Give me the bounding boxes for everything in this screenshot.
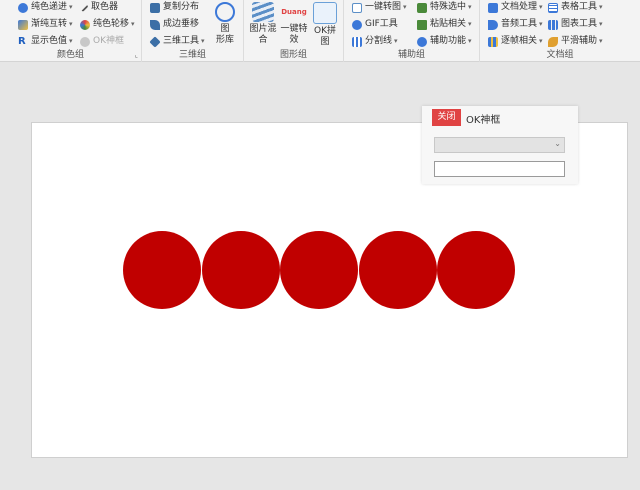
- dialog-launcher-icon[interactable]: ⌞: [135, 51, 138, 59]
- eyedropper-icon: [79, 2, 89, 13]
- ok-frame-panel: 关闭 OK神框 ⌄: [422, 106, 578, 184]
- graphics-group: 图片混 合 Duang 一键特 效 OK拼 图 图形组: [244, 0, 344, 62]
- image-blend-icon: [252, 2, 274, 22]
- paste-related-label: 粘贴相关: [430, 19, 467, 29]
- solid-progression-button[interactable]: 纯色递进 ▾: [18, 0, 73, 15]
- table-tools-label: 表格工具: [561, 2, 598, 12]
- shape-select-dropdown[interactable]: ⌄: [434, 137, 565, 153]
- red-circle-shape[interactable]: [359, 231, 437, 309]
- panel-text-input[interactable]: [434, 161, 565, 177]
- gradient-swap-button[interactable]: 渐纯互转 ▾: [18, 17, 73, 32]
- gradient-swap-icon: [18, 19, 28, 30]
- paste-icon: [417, 19, 427, 30]
- color-wheel-button[interactable]: 纯色轮移 ▾: [80, 17, 135, 32]
- audio-tools-label: 音频工具: [501, 19, 538, 29]
- assist-group-label: 辅助组: [397, 50, 425, 60]
- copy-distribute-icon: [150, 2, 160, 13]
- cube-icon: [149, 35, 161, 48]
- chart-tools-label: 图表工具: [561, 19, 598, 29]
- edge-move-label: 成边垂移: [163, 19, 200, 29]
- chevron-down-icon: ▾: [69, 3, 73, 11]
- rgb-r-icon: R: [18, 35, 26, 47]
- document-processing-label: 文档处理: [501, 2, 538, 12]
- 3d-group: 复制分布 成边垂移 三维工具 ▾ 图 形库 三维组: [142, 0, 244, 62]
- close-button[interactable]: 关闭: [432, 109, 461, 126]
- chevron-down-icon: ▾: [539, 20, 543, 28]
- red-circle-shape[interactable]: [437, 231, 515, 309]
- image-blend-label: 图片混 合: [249, 24, 277, 45]
- shape-library-label: 图 形库: [215, 24, 234, 45]
- audio-tools-button[interactable]: 音频工具 ▾: [488, 17, 543, 32]
- special-select-icon: [417, 2, 427, 13]
- puzzle-image-icon: [313, 2, 337, 24]
- one-click-convert-button[interactable]: 一键转图 ▾: [352, 0, 407, 15]
- convert-image-icon: [352, 2, 362, 13]
- paste-related-button[interactable]: 粘贴相关 ▾: [417, 17, 472, 32]
- assist-icon: [417, 36, 427, 47]
- chevron-down-icon: ▾: [403, 3, 407, 11]
- smooth-icon: [548, 36, 558, 47]
- table-tools-button[interactable]: 表格工具 ▾: [548, 0, 603, 15]
- ok-puzzle-label: OK拼 图: [314, 26, 336, 47]
- panel-title: OK神框: [466, 115, 501, 126]
- chevron-down-icon: ▾: [468, 3, 472, 11]
- chevron-down-icon: ▾: [599, 20, 603, 28]
- table-icon: [548, 2, 558, 13]
- special-select-label: 特殊选中: [430, 2, 467, 12]
- ribbon: 纯色递进 ▾ 取色器 渐纯互转 ▾ 纯色轮移 ▾ R 显示色值 ▾ OK神框 颜色组 ⌞…: [0, 0, 640, 62]
- chevron-down-icon: ▾: [468, 20, 472, 28]
- color-wheel-icon: [80, 19, 90, 30]
- gradient-swap-label: 渐纯互转: [31, 19, 68, 29]
- special-select-button[interactable]: 特殊选中 ▾: [417, 0, 472, 15]
- red-circle-shape[interactable]: [123, 231, 201, 309]
- solid-progression-label: 纯色递进: [31, 2, 68, 12]
- red-circle-shape[interactable]: [280, 231, 358, 309]
- duang-effect-icon: Duang: [281, 7, 307, 16]
- frame-icon: [488, 36, 498, 47]
- graphics-group-label: 图形组: [279, 50, 307, 60]
- shape-library-button[interactable]: 图 形库: [210, 2, 240, 46]
- gif-tools-label: GIF工具: [365, 19, 398, 29]
- color-picker-button[interactable]: 取色器: [79, 0, 119, 15]
- assist-group: 一键转图 ▾ 特殊选中 ▾ GIF工具 粘贴相关 ▾ 分割线 ▾ 辅助功能 ▾ 辅助组: [344, 0, 480, 62]
- chart-tools-button[interactable]: 图表工具 ▾: [548, 17, 603, 32]
- color-group: 纯色递进 ▾ 取色器 渐纯互转 ▾ 纯色轮移 ▾ R 显示色值 ▾ OK神框 颜色组 ⌞: [0, 0, 142, 62]
- shape-library-icon: [215, 2, 235, 22]
- color-palette-icon: [18, 2, 28, 13]
- edge-move-icon: [150, 19, 160, 30]
- chart-icon: [548, 19, 558, 30]
- document-group: 文档处理 ▾ 表格工具 ▾ 音频工具 ▾ 图表工具 ▾ 逐帧相关 ▾ 平滑辅助 ▾ 文档组: [480, 0, 640, 62]
- one-click-effect-label: 一键特 效: [280, 24, 308, 45]
- color-wheel-label: 纯色轮移: [93, 19, 130, 29]
- color-picker-label: 取色器: [91, 2, 119, 12]
- one-click-effect-button[interactable]: Duang 一键特 效: [279, 2, 309, 46]
- ok-frame-icon: [80, 36, 90, 47]
- audio-icon: [488, 19, 498, 30]
- one-click-convert-label: 一键转图: [365, 2, 402, 12]
- grid-lines-icon: [352, 36, 362, 47]
- chevron-down-icon: ▾: [599, 3, 603, 11]
- copy-distribute-button[interactable]: 复制分布: [150, 0, 199, 15]
- chevron-down-icon: ▾: [69, 20, 73, 28]
- edge-move-button[interactable]: 成边垂移: [150, 17, 199, 32]
- chevron-down-icon: ▾: [131, 20, 135, 28]
- red-circle-shape[interactable]: [202, 231, 280, 309]
- document-icon: [488, 2, 498, 13]
- document-group-label: 文档组: [546, 50, 574, 60]
- chevron-down-icon: ▾: [539, 3, 543, 11]
- gif-icon: [352, 19, 362, 30]
- copy-distribute-label: 复制分布: [163, 2, 200, 12]
- gif-tools-button[interactable]: GIF工具: [352, 17, 398, 32]
- color-group-label: 颜色组: [56, 50, 84, 60]
- document-processing-button[interactable]: 文档处理 ▾: [488, 0, 543, 15]
- 3d-group-label: 三维组: [178, 50, 206, 60]
- ok-puzzle-button[interactable]: OK拼 图: [310, 2, 340, 48]
- chevron-down-icon: ⌄: [554, 139, 561, 148]
- image-blend-button[interactable]: 图片混 合: [248, 2, 278, 46]
